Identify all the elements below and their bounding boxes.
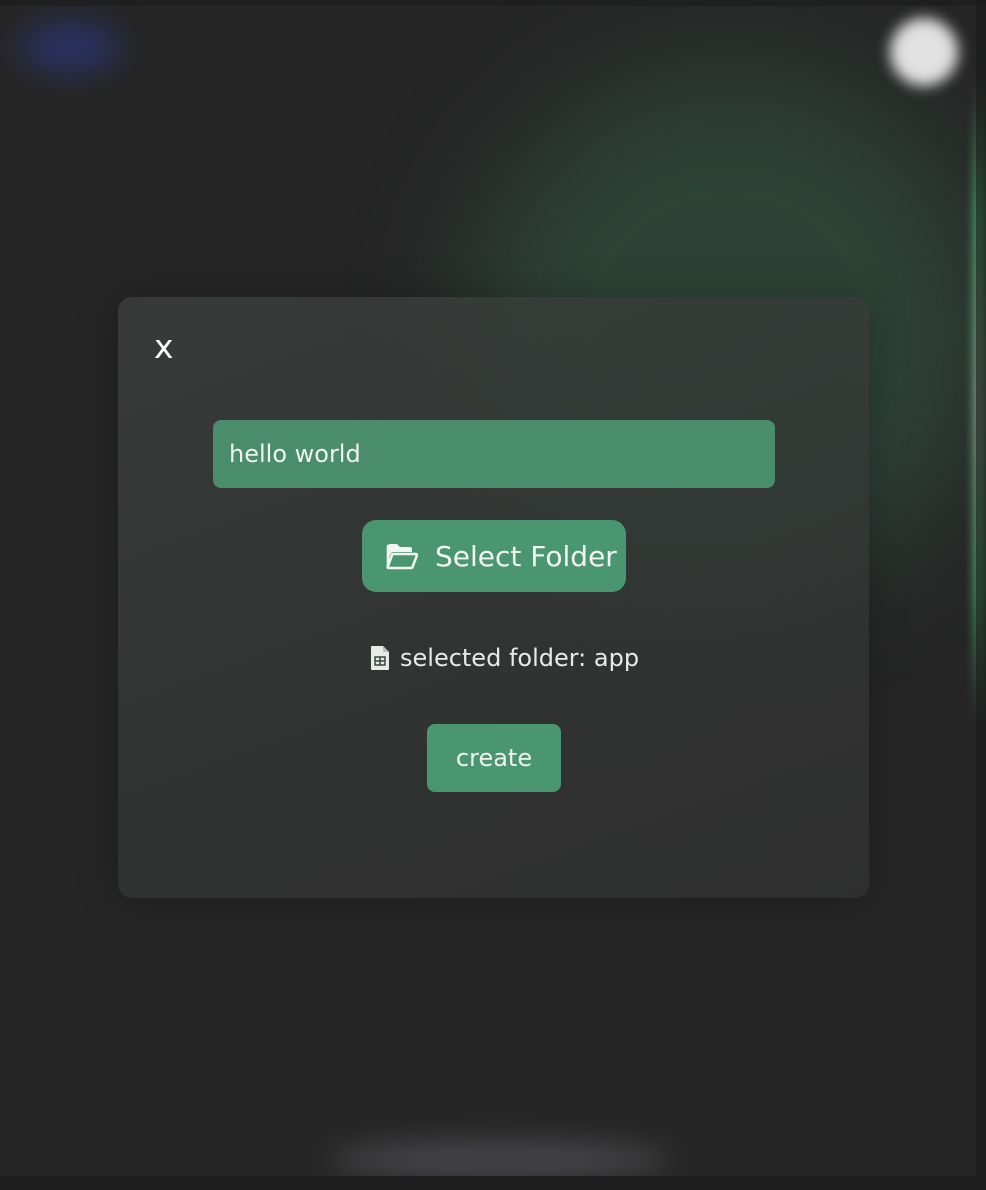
- close-button[interactable]: x: [154, 327, 174, 367]
- folder-open-icon: [386, 542, 419, 570]
- select-folder-label: Select Folder: [435, 539, 617, 573]
- create-button[interactable]: create: [427, 724, 561, 792]
- backdrop-white-blur: [890, 18, 958, 86]
- backdrop-bottom-glow: [330, 1140, 670, 1180]
- select-folder-button[interactable]: Select Folder: [362, 520, 626, 592]
- create-project-modal: x Select Folder selected folder: app cre…: [118, 297, 869, 898]
- project-name-input[interactable]: [213, 420, 775, 488]
- selected-folder-row: selected folder: app: [368, 641, 639, 675]
- backdrop-top-edge: [0, 0, 986, 6]
- backdrop-blue-blur: [20, 22, 120, 72]
- backdrop-bottom-edge: [0, 1176, 986, 1190]
- file-spreadsheet-icon: [370, 645, 390, 671]
- selected-folder-text: selected folder: app: [400, 644, 640, 672]
- backdrop-right-edge: [976, 0, 986, 1190]
